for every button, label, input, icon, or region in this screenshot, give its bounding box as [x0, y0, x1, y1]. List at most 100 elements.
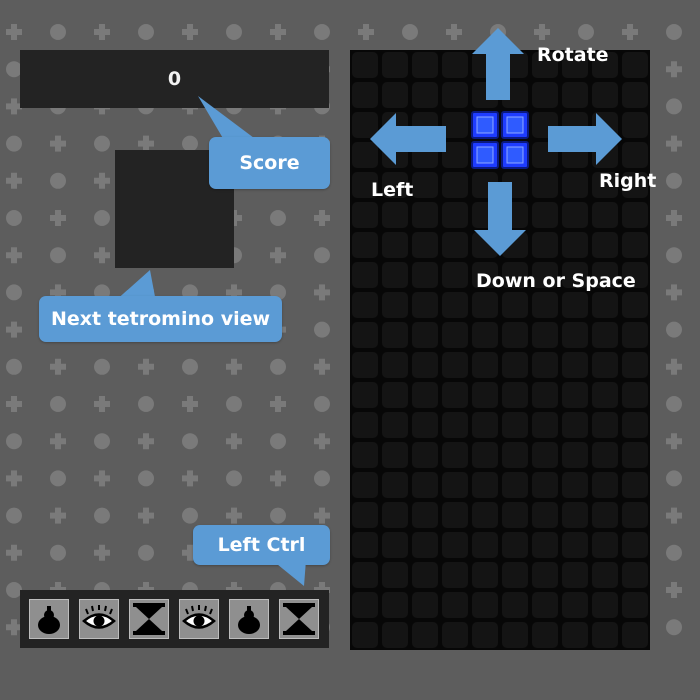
board-cell — [352, 532, 378, 558]
board-cell — [622, 202, 648, 228]
down-label: Down or Space — [476, 270, 636, 292]
board-cell — [352, 592, 378, 618]
item-slot-eye[interactable] — [79, 599, 119, 639]
board-cell — [532, 622, 558, 648]
board-cell — [532, 202, 558, 228]
board-cell — [622, 592, 648, 618]
board-cell — [592, 382, 618, 408]
board-cell — [412, 562, 438, 588]
board-cell — [502, 352, 528, 378]
bomb-icon — [38, 606, 60, 634]
item-slot-eye[interactable] — [179, 599, 219, 639]
board-cell — [442, 232, 468, 258]
board-cell — [592, 532, 618, 558]
board-cell — [622, 412, 648, 438]
board-cell — [352, 502, 378, 528]
board-cell — [412, 412, 438, 438]
board-cell — [532, 532, 558, 558]
rotate-label: Rotate — [537, 44, 609, 66]
board-cell — [382, 622, 408, 648]
board-cell — [472, 562, 498, 588]
board-cell — [382, 352, 408, 378]
board-cell — [412, 352, 438, 378]
board-cell — [622, 52, 648, 78]
board-cell — [562, 502, 588, 528]
active-piece-cell-highlight — [506, 146, 524, 164]
board-cell — [412, 622, 438, 648]
left-ctrl-callout: Left Ctrl — [193, 525, 330, 565]
board-cell — [412, 592, 438, 618]
board-cell — [502, 532, 528, 558]
board-cell — [352, 232, 378, 258]
board-cell — [562, 322, 588, 348]
board-cell — [442, 382, 468, 408]
board-cell — [412, 82, 438, 108]
board-cell — [622, 382, 648, 408]
board-cell — [352, 52, 378, 78]
board-cell — [592, 322, 618, 348]
board-cell — [592, 202, 618, 228]
board-cell — [592, 292, 618, 318]
board-cell — [382, 232, 408, 258]
active-piece-cell-highlight — [476, 116, 494, 134]
board-cell — [382, 202, 408, 228]
board-cell — [532, 442, 558, 468]
board-cell — [412, 292, 438, 318]
score-callout: Score — [209, 137, 330, 189]
board-cell — [592, 622, 618, 648]
board-cell — [382, 322, 408, 348]
board-cell — [352, 382, 378, 408]
left-label: Left — [371, 179, 414, 201]
board-cell — [472, 412, 498, 438]
board-cell — [532, 472, 558, 498]
item-slot-bomb[interactable] — [229, 599, 269, 639]
score-panel: 0 — [20, 50, 329, 108]
item-slot-bomb[interactable] — [29, 599, 69, 639]
board-cell — [442, 472, 468, 498]
board-cell — [592, 412, 618, 438]
board-cell — [352, 262, 378, 288]
item-bar — [20, 590, 329, 648]
board-cell — [622, 142, 648, 168]
board-cell — [562, 532, 588, 558]
board-cell — [502, 472, 528, 498]
board-cell — [562, 412, 588, 438]
board-cell — [442, 622, 468, 648]
board-cell — [412, 382, 438, 408]
board-cell — [562, 442, 588, 468]
board-cell — [412, 442, 438, 468]
board-cell — [532, 352, 558, 378]
board-cell — [592, 562, 618, 588]
board-cell — [622, 532, 648, 558]
board-cell — [592, 352, 618, 378]
board-cell — [592, 442, 618, 468]
board-cell — [502, 382, 528, 408]
board-cell — [382, 502, 408, 528]
board-cell — [562, 82, 588, 108]
board-cell — [502, 292, 528, 318]
board-cell — [562, 202, 588, 228]
board-cell — [622, 442, 648, 468]
board-cell — [472, 442, 498, 468]
board-cell — [532, 232, 558, 258]
board-cell — [352, 412, 378, 438]
board-cell — [412, 472, 438, 498]
item-slot-hourglass[interactable] — [279, 599, 319, 639]
board-cell — [382, 562, 408, 588]
board-cell — [352, 82, 378, 108]
board-cell — [472, 622, 498, 648]
bomb-icon — [238, 606, 260, 634]
item-slot-hourglass[interactable] — [129, 599, 169, 639]
board-cell — [562, 382, 588, 408]
board-cell — [442, 82, 468, 108]
board-cell — [532, 562, 558, 588]
hourglass-icon — [133, 603, 165, 635]
board-cell — [472, 502, 498, 528]
board-cell — [382, 442, 408, 468]
board-cell — [532, 382, 558, 408]
board-cell — [592, 472, 618, 498]
next-callout: Next tetromino view — [39, 296, 282, 342]
board-cell — [562, 172, 588, 198]
board-cell — [592, 232, 618, 258]
board-cell — [502, 622, 528, 648]
